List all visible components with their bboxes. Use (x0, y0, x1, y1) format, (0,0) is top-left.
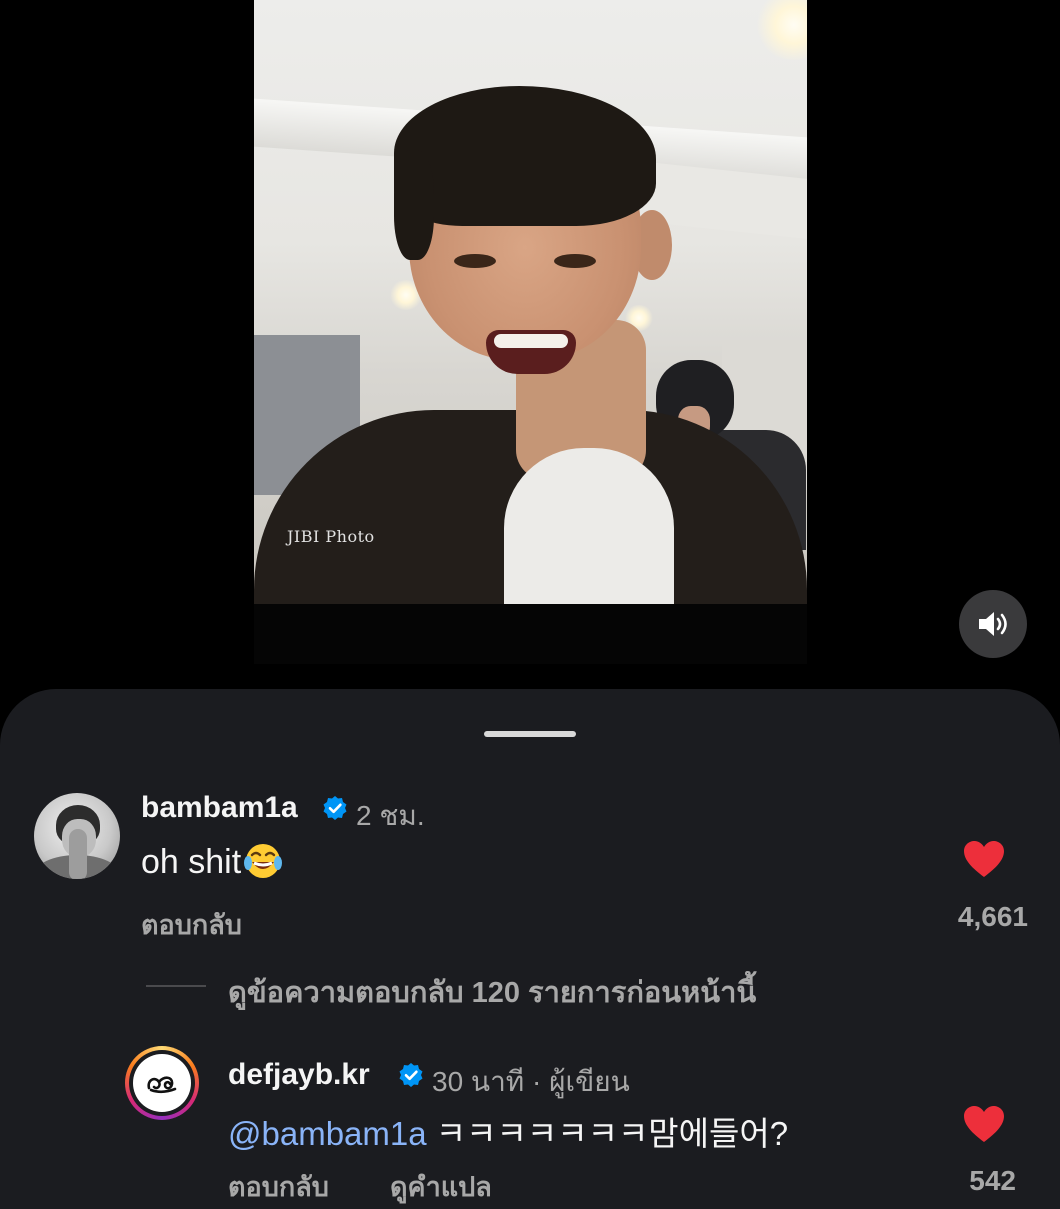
verified-badge-icon (399, 1063, 423, 1087)
video-frame[interactable]: JIBI Photo (254, 0, 807, 604)
comment-text: oh shit (141, 841, 283, 882)
comment-username[interactable]: bambam1a (141, 791, 298, 825)
speaker-icon (979, 612, 1007, 636)
reply-button[interactable]: ตอบกลับ (141, 903, 242, 946)
laughing-tears-emoji-icon (244, 844, 283, 878)
ceiling-light (754, 0, 807, 60)
heart-icon[interactable] (962, 1104, 1006, 1144)
subject-hair (394, 150, 434, 260)
sound-toggle-button[interactable] (959, 590, 1027, 658)
view-previous-replies-button[interactable]: ดูข้อความตอบกลับ 120 รายการก่อนหน้านี้ (228, 969, 756, 1015)
subject-eye (454, 254, 496, 268)
meta-separator: · (532, 1066, 542, 1097)
avatar[interactable] (34, 793, 120, 879)
sheet-grab-handle[interactable] (484, 731, 576, 737)
subject-teeth (494, 334, 568, 348)
see-translation-button[interactable]: ดูคำแปล (390, 1165, 492, 1208)
avatar[interactable] (129, 1050, 195, 1116)
subject-eye (554, 254, 596, 268)
comments-sheet: bambam1a 2 ชม. oh shit ตอบกลับ 4,661 ดูข… (0, 689, 1060, 1209)
like-count: 4,661 (957, 901, 1028, 932)
like-count: 542 (969, 1165, 1016, 1196)
photo-watermark: JIBI Photo (287, 527, 375, 546)
reply-body: ㅋㅋㅋㅋㅋㅋㅋ맘에들어? (435, 1115, 789, 1152)
reply-button[interactable]: ตอบกลับ (228, 1165, 329, 1208)
mention-link[interactable]: @bambam1a (228, 1115, 427, 1152)
brand-logo-icon (147, 1076, 177, 1094)
reply-text: @bambam1a ㅋㅋㅋㅋㅋㅋㅋ맘에들어? (228, 1107, 788, 1155)
verified-badge-icon (323, 796, 347, 820)
reply-meta: 30 นาที · ผู้เขียน (432, 1060, 630, 1104)
heart-icon[interactable] (962, 839, 1006, 879)
replies-divider (146, 985, 206, 987)
author-label: ผู้เขียน (549, 1066, 630, 1097)
reply-username[interactable]: defjayb.kr (228, 1058, 370, 1092)
video-letterbox (254, 604, 807, 664)
subject-shirt (504, 448, 674, 604)
reply-timestamp: 30 นาที (432, 1066, 525, 1097)
comment-timestamp: 2 ชม. (356, 800, 425, 831)
comment-body: oh shit (141, 843, 242, 881)
